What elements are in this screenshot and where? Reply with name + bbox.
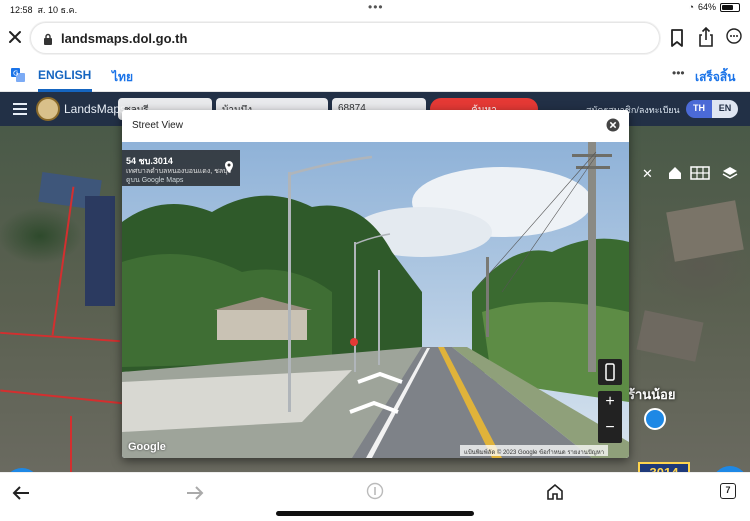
tabs-icon[interactable]: 7 bbox=[720, 483, 736, 499]
site-brand: LandsMaps bbox=[64, 102, 127, 116]
back-icon[interactable] bbox=[12, 485, 30, 501]
translate-more-icon[interactable]: ••• bbox=[672, 66, 685, 80]
status-time: 12:58 ส. 10 ธ.ค. bbox=[10, 5, 78, 15]
site-logo bbox=[36, 97, 60, 121]
more-icon[interactable] bbox=[726, 28, 742, 44]
street-view-info-card: 54 ชบ.3014 เทศบาลตำบลหนองบอนแดง, ชลบุรี … bbox=[122, 150, 240, 186]
parcel-boundary bbox=[51, 186, 75, 336]
modal-title: Street View bbox=[132, 120, 183, 131]
url-bar[interactable]: landsmaps.dol.go.th bbox=[30, 22, 660, 54]
lang-th-button[interactable]: TH bbox=[686, 100, 712, 118]
map-place-label: ร้านน้อย bbox=[628, 387, 676, 402]
language-english-tab[interactable]: ENGLISH bbox=[38, 68, 91, 82]
status-bar: 12:58 ส. 10 ธ.ค. ••• ◔ 64% bbox=[0, 0, 750, 16]
bookmark-icon[interactable] bbox=[670, 29, 684, 47]
translate-bar: G ENGLISH ไทย ••• เสร็จสิ้น bbox=[0, 58, 750, 92]
url-text: landsmaps.dol.go.th bbox=[61, 31, 188, 46]
zoom-control: + − bbox=[598, 391, 622, 443]
map-close-icon[interactable]: ✕ bbox=[642, 166, 653, 182]
google-logo: Google bbox=[128, 441, 166, 453]
close-icon[interactable] bbox=[7, 29, 23, 45]
map-building bbox=[636, 310, 704, 362]
svg-text:G: G bbox=[13, 70, 18, 78]
map-building bbox=[85, 196, 115, 306]
parcel-boundary bbox=[0, 389, 125, 405]
modal-close-icon[interactable] bbox=[606, 118, 620, 132]
pin-icon[interactable] bbox=[224, 161, 234, 174]
battery-icon bbox=[720, 2, 740, 12]
grid-icon[interactable] bbox=[690, 166, 710, 180]
zoom-out-button[interactable]: − bbox=[598, 419, 622, 437]
street-view-panorama[interactable]: 54 ชบ.3014 เทศบาลตำบลหนองบอนแดง, ชลบุรี … bbox=[122, 142, 629, 458]
map-building bbox=[666, 200, 744, 262]
wifi-icon: ◔ bbox=[688, 2, 694, 12]
forward-icon[interactable] bbox=[186, 485, 204, 501]
translate-done-button[interactable]: เสร็จสิ้น bbox=[695, 68, 735, 87]
hamburger-icon[interactable] bbox=[12, 102, 28, 116]
home-indicator bbox=[276, 511, 474, 516]
parcel-boundary bbox=[70, 416, 72, 472]
sv-card-maps-link[interactable]: ดูบน Google Maps bbox=[126, 175, 183, 186]
share-icon[interactable] bbox=[698, 27, 714, 47]
status-dots: ••• bbox=[368, 0, 384, 14]
lang-en-button[interactable]: EN bbox=[712, 100, 738, 118]
language-thai-tab[interactable]: ไทย bbox=[112, 68, 133, 87]
layers-icon[interactable] bbox=[722, 166, 738, 180]
battery-percent: 64% bbox=[697, 2, 716, 12]
reader-icon[interactable] bbox=[366, 482, 384, 500]
phone-icon[interactable] bbox=[598, 359, 622, 385]
street-view-modal: Street View 54 ชบ.3014 เทศบาลตำบลหนองบอน… bbox=[122, 110, 629, 458]
map-pin-icon[interactable] bbox=[644, 408, 666, 430]
status-right: ◔ 64% bbox=[689, 2, 740, 12]
zoom-in-button[interactable]: + bbox=[598, 393, 622, 411]
parcel-boundary bbox=[0, 331, 120, 343]
street-scene bbox=[122, 142, 629, 458]
street-view-footer[interactable]: แป้นพิมพ์ลัด © 2023 Google ข้อกำหนด รายง… bbox=[460, 445, 609, 456]
home-icon[interactable] bbox=[668, 166, 682, 180]
road-number-badge: 3014 bbox=[638, 462, 690, 472]
home-nav-icon[interactable] bbox=[546, 483, 564, 501]
translate-icon: G bbox=[11, 68, 25, 82]
lock-icon bbox=[44, 33, 52, 45]
